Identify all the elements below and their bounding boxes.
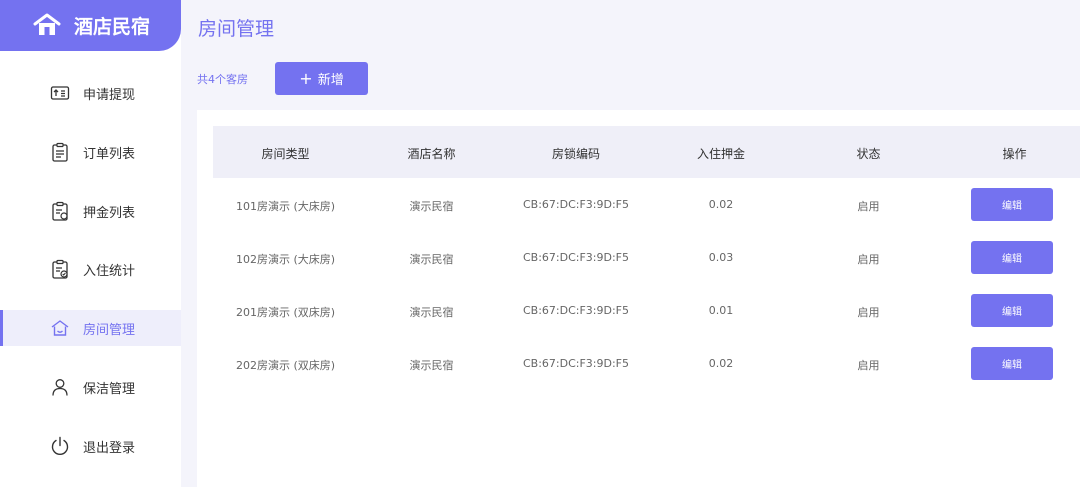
column-header-hotel-name: 酒店名称 [407,147,456,161]
add-button-label: 新增 [317,73,344,88]
cell-room-type: 102房演示 (大床房) [235,253,336,266]
edit-button[interactable]: 编辑 [971,294,1053,327]
sidebar-item-room-manage[interactable]: 房间管理 [0,310,181,346]
room-manage-icon [51,320,69,336]
cell-status: 启用 [857,359,880,372]
checkin-stats-icon [52,259,68,279]
cell-deposit: 0.03 [708,251,734,264]
sidebar-item-label: 退出登录 [83,441,136,456]
column-header-action: 操作 [1002,147,1027,161]
cell-deposit: 0.02 [708,198,734,211]
cell-room-type: 201房演示 (双床房) [235,306,336,319]
brand-title: 酒店民宿 [74,16,151,38]
withdraw-icon [50,86,70,100]
sidebar-item-label: 申请提现 [83,88,136,103]
column-header-lock-code: 房锁编码 [551,147,600,161]
sidebar-item-label: 押金列表 [83,206,136,221]
column-header-status: 状态 [856,147,881,161]
sidebar-item-withdraw[interactable]: 申请提现 [0,75,181,111]
cell-deposit: 0.01 [708,304,734,317]
sidebar-item-label: 房间管理 [83,323,136,338]
cell-status: 启用 [857,200,880,213]
sidebar-item-logout[interactable]: 退出登录 [0,428,181,464]
plus-icon: + [299,68,313,88]
edit-button[interactable]: 编辑 [971,188,1053,221]
sidebar-item-checkin-stats[interactable]: 入住统计 [0,251,181,287]
cell-hotel-name: 演示民宿 [409,200,454,213]
sidebar-item-label: 保洁管理 [83,382,136,397]
page-title: 房间管理 [198,18,275,40]
edit-button[interactable]: 编辑 [971,241,1053,274]
cell-hotel-name: 演示民宿 [409,306,454,319]
cell-room-type: 101房演示 (大床房) [235,200,336,213]
column-header-deposit: 入住押金 [696,147,745,161]
brand-header: 酒店民宿 [0,0,181,51]
sidebar-item-label: 订单列表 [83,147,136,162]
cell-lock-code: CB:67:DC:F3:9D:F5 [522,251,630,264]
sidebar: 酒店民宿 申请提现 订单列表 押金列表 入住统计 房间管理 保洁管理 退出登录 [0,0,181,487]
add-room-button[interactable]: + 新增 [275,62,368,95]
cell-room-type: 202房演示 (双床房) [235,359,336,372]
cell-hotel-name: 演示民宿 [409,253,454,266]
power-icon [51,436,69,455]
cell-hotel-name: 演示民宿 [409,359,454,372]
edit-button[interactable]: 编辑 [971,347,1053,380]
sidebar-item-orders[interactable]: 订单列表 [0,134,181,170]
cell-lock-code: CB:67:DC:F3:9D:F5 [522,198,630,211]
sidebar-item-label: 入住统计 [83,264,136,279]
column-header-room-type: 房间类型 [261,147,310,161]
cell-lock-code: CB:67:DC:F3:9D:F5 [522,304,630,317]
sidebar-item-deposits[interactable]: 押金列表 [0,193,181,229]
order-list-icon [52,142,68,162]
home-icon [33,13,61,35]
deposit-list-icon [52,201,68,221]
cell-status: 启用 [857,306,880,319]
cell-lock-code: CB:67:DC:F3:9D:F5 [522,357,630,370]
user-icon [52,379,68,396]
cell-deposit: 0.02 [708,357,734,370]
sidebar-item-cleaning[interactable]: 保洁管理 [0,369,181,405]
room-count: 共4个客房 [197,73,248,86]
cell-status: 启用 [857,253,880,266]
